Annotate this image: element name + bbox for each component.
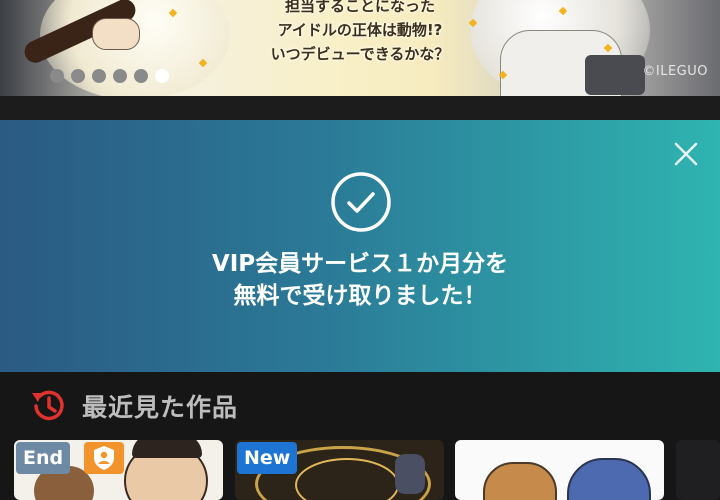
banner-credit: ©ILEGUO (642, 64, 708, 79)
notice-message-line: VIP会員サービス１か月分を (211, 251, 509, 277)
recent-section-header: 最近見た作品 (28, 386, 238, 426)
new-badge: New (237, 442, 298, 474)
user-lock-icon (84, 442, 124, 474)
notice-message-line: 無料で受け取りました！ (233, 283, 487, 309)
recent-section-title: 最近見た作品 (82, 393, 239, 422)
carousel-dot[interactable] (113, 69, 127, 83)
carousel-dot[interactable] (134, 69, 148, 83)
banner-caption: 担当することになった アイドルの正体は動物!? いつデビューできるかな？ (0, 0, 720, 66)
banner-caption-line: 担当することになった (284, 0, 435, 15)
recent-work-card[interactable] (455, 440, 664, 500)
close-icon[interactable] (670, 138, 702, 170)
carousel-pagination (50, 69, 169, 83)
history-icon (32, 390, 64, 421)
recent-work-card[interactable] (676, 440, 720, 500)
character-illustration (395, 454, 425, 494)
carousel-dot[interactable] (50, 69, 64, 83)
character-hair (567, 458, 651, 500)
vip-notice-panel (0, 120, 720, 372)
banner-caption-line: アイドルの正体は動物!? (277, 21, 443, 39)
divider-strip (0, 96, 720, 120)
promo-banner[interactable]: 担当することになった アイドルの正体は動物!? いつデビューできるかな？ ©IL… (0, 0, 720, 96)
recent-work-card[interactable]: New (235, 440, 444, 500)
character-hair (483, 462, 557, 500)
carousel-dot-active[interactable] (155, 69, 169, 83)
banner-caption-line: いつデビューできるかな？ (270, 45, 450, 63)
carousel-dot[interactable] (92, 69, 106, 83)
carousel-dot[interactable] (71, 69, 85, 83)
end-badge: End (16, 442, 71, 474)
recent-work-card[interactable]: End (14, 440, 223, 500)
character-hair (132, 440, 202, 458)
notice-message: VIP会員サービス１か月分を 無料で受け取りました！ (0, 248, 720, 312)
check-circle-icon (331, 172, 391, 232)
